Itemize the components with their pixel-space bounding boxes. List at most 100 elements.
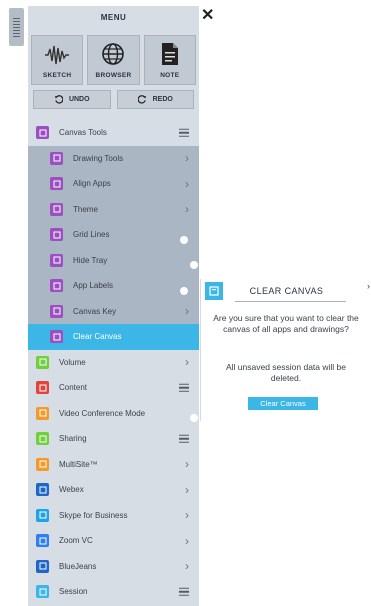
menu-title: MENU [100,12,127,22]
menu-item-label: MultiSite™ [59,459,98,469]
menu-item-zoom-vc[interactable]: Zoom VC › [28,528,199,554]
globe-icon [102,43,125,65]
menu-item-label: Content [59,383,88,393]
menu-item-clear-canvas[interactable]: Clear Canvas [28,324,199,350]
clear-canvas-popup: CLEAR CANVAS Are you sure that you want … [200,279,366,421]
chevron-right-icon: › [185,202,189,217]
redo-button[interactable]: REDO [116,90,194,109]
browser-button[interactable]: BROWSER [87,35,140,85]
drag-handle[interactable] [9,8,24,46]
menu-item-label: Session [59,587,88,597]
session-icon [36,585,49,599]
sketch-waveform-icon [45,45,70,65]
chevron-right-icon: › [185,355,189,370]
popup-header: CLEAR CANVAS [201,279,366,303]
menu-item-label: Skype for Business [59,510,128,520]
undo-button[interactable]: UNDO [33,90,111,109]
menu-item-label: Theme [73,204,98,214]
popup-pointer-icon: › [367,281,370,291]
menu-item-label: Hide Tray [73,255,108,265]
list-icon [179,128,189,137]
menu-item-label: Zoom VC [59,536,93,546]
menu-item-canvas-tools[interactable]: Canvas Tools [28,120,199,146]
chevron-right-icon: › [185,304,189,319]
volume-icon [36,355,49,369]
note-label: NOTE [160,72,180,79]
chevron-right-icon: › [185,151,189,166]
list-icon [179,383,189,392]
menu-item-align-apps[interactable]: Align Apps › [28,171,199,197]
menu-item-app-labels[interactable]: App Labels [28,273,199,299]
undo-label: UNDO [68,96,90,103]
note-document-icon [161,43,178,65]
chevron-right-icon: › [185,533,189,548]
content-icon [36,381,49,395]
menu-item-label: Webex [59,485,84,495]
menu-item-sharing[interactable]: Sharing [28,426,199,452]
menu-item-video-conference-mode[interactable]: Video Conference Mode [28,400,199,426]
sketch-button[interactable]: SKETCH [31,35,84,85]
app-labels-icon [50,279,63,293]
redo-icon [137,95,146,104]
menu-item-theme[interactable]: Theme › [28,196,199,222]
chevron-right-icon: › [185,176,189,191]
canvas-tools-icon [36,126,49,140]
list-icon [179,587,189,596]
align-apps-icon [50,177,63,191]
menu-item-bluejeans[interactable]: BlueJeans › [28,553,199,579]
main-menu-panel: MENU ✕ SKETCH BROWSER NOTE UNDO REDO Can… [28,6,215,606]
sketch-label: SKETCH [42,72,72,79]
menu-item-label: Canvas Tools [59,128,107,138]
menu-item-label: Clear Canvas [73,332,122,342]
note-button[interactable]: NOTE [143,35,196,85]
hide-tray-icon [50,253,63,267]
popup-warning: All unsaved session data will be deleted… [225,362,346,383]
menu-item-label: Grid Lines [73,230,110,240]
clear-canvas-icon [50,330,63,344]
chevron-right-icon: › [185,508,189,523]
menu-item-label: BlueJeans [59,561,97,571]
video-conference-mode-icon [36,406,49,420]
close-icon[interactable]: ✕ [201,7,215,25]
drawing-tools-icon [50,151,63,165]
menu-item-label: Canvas Key [73,306,117,316]
clear-canvas-confirm-button[interactable]: Clear Canvas [248,397,318,410]
menu-item-grid-lines[interactable]: Grid Lines [28,222,199,248]
menu-item-webex[interactable]: Webex › [28,477,199,503]
menu-item-multisite[interactable]: MultiSite™ › [28,451,199,477]
chevron-right-icon: › [185,482,189,497]
menu-item-label: Align Apps [73,179,111,189]
menu-item-canvas-key[interactable]: Canvas Key › [28,298,199,324]
clear-canvas-icon [205,282,223,300]
menu-item-content[interactable]: Content [28,375,199,401]
menu-items: Canvas Tools Drawing Tools › Align Apps › The… [28,120,199,605]
popup-divider [235,301,346,302]
grid-lines-icon [50,228,63,242]
webex-icon [36,483,49,497]
chevron-right-icon: › [185,559,189,574]
menu-item-skype-for-business[interactable]: Skype for Business › [28,502,199,528]
menu-item-hide-tray[interactable]: Hide Tray [28,247,199,273]
menu-item-label: Drawing Tools [73,153,124,163]
menu-item-label: Volume [59,357,86,367]
menu-header: MENU ✕ [28,6,215,28]
menu-item-label: Sharing [59,434,87,444]
skype-for-business-icon [36,508,49,522]
sharing-icon [36,432,49,446]
list-icon [179,434,189,443]
chevron-right-icon: › [185,457,189,472]
popup-question: Are you sure that you want to clear the … [213,313,359,334]
canvas-key-icon [50,304,63,318]
popup-title: CLEAR CANVAS [249,286,324,296]
undo-redo-bar: UNDO REDO [28,90,199,112]
menu-item-label: App Labels [73,281,114,291]
bluejeans-icon [36,559,49,573]
menu-item-drawing-tools[interactable]: Drawing Tools › [28,145,199,171]
menu-item-label: Video Conference Mode [59,408,146,418]
multisite-icon [36,457,49,471]
menu-item-session[interactable]: Session [28,579,199,605]
theme-icon [50,202,63,216]
menu-item-volume[interactable]: Volume › [28,349,199,375]
redo-label: REDO [152,96,173,103]
zoom-vc-icon [36,534,49,548]
